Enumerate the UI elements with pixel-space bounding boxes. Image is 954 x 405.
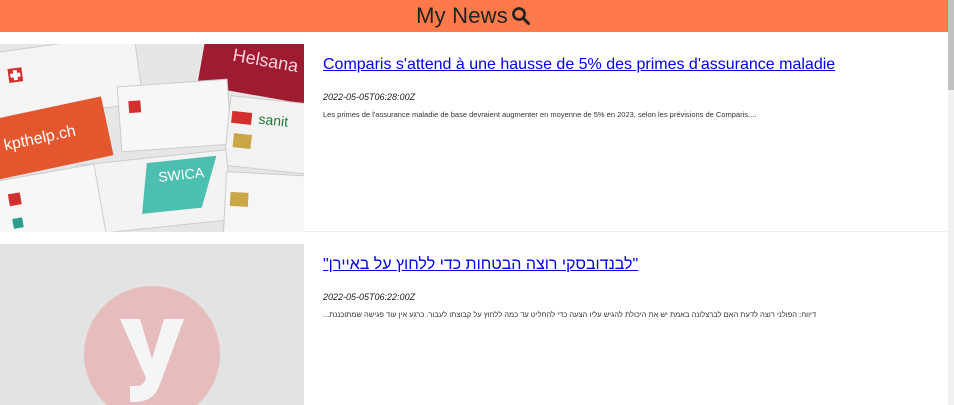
app-title: My News [416,3,508,28]
article-summary: Les primes de l'assurance maladie de bas… [323,110,757,119]
article-summary: דיווח: הפולני רוצה לדעת האם לברצלונה באמ… [323,310,817,319]
search-icon[interactable] [510,5,532,27]
app-header: My News [0,0,948,32]
article-timestamp: 2022-05-05T06:28:00Z [323,92,416,102]
article-headline-link[interactable]: Comparis s'attend à une hausse de 5% des… [323,56,835,74]
article-headline-link[interactable]: "לבנדובסקי רוצה הבטחות כדי ללחוץ על באיי… [323,256,638,274]
article-image[interactable] [0,244,304,405]
article-timestamp: 2022-05-05T06:22:00Z [323,292,416,302]
page-scrollbar[interactable] [948,0,954,405]
scrollbar-thumb[interactable] [948,0,954,90]
article-image[interactable]: Helsana kpthelp.ch sanit SWICA [0,44,304,232]
news-article: "לבנדובסקי רוצה הבטחות כדי ללחוץ על באיי… [0,244,948,405]
article-content: "לבנדובסקי רוצה הבטחות כדי ללחוץ על באיי… [323,244,938,320]
svg-text:sanit: sanit [258,111,289,130]
article-content: Comparis s'attend à une hausse de 5% des… [323,44,938,120]
news-article: Helsana kpthelp.ch sanit SWICA Comparis … [0,44,948,232]
